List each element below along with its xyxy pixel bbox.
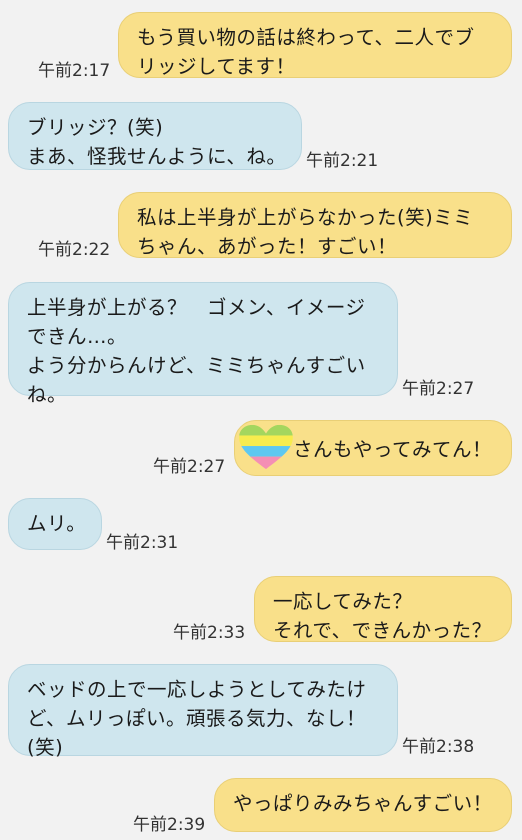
outgoing-message[interactable]: 一応してみた？ それで、できんかった？ [254, 576, 512, 642]
incoming-message[interactable]: 上半身が上がる？ ゴメン、イメージ できん…。 よう分からんけど、ミミちゃんすご… [8, 282, 398, 406]
message-text-line: 一応してみた？ [273, 590, 413, 613]
message-text-line: それで、できんかった？ [273, 619, 492, 642]
message-text-line: ベッドの上で一応しようとしてみたけ [27, 678, 367, 701]
outgoing-message[interactable]: 私は上半身が上がらなかった(笑)ミミ ちゃん、あがった！すごい！ [118, 192, 512, 258]
message-timestamp: 午前2:22 [38, 240, 111, 260]
message-timestamp: 午前2:17 [38, 61, 111, 81]
message-text-line: やっぱりみみちゃんすごい！ [233, 792, 493, 815]
message-timestamp: 午前2:21 [306, 151, 379, 171]
outgoing-message[interactable]: もう買い物の話は終わって、二人でブ リッジしてます！ [118, 12, 512, 78]
message-text-line: ど、ムリっぽい。頑張る気力、なし！ [27, 707, 367, 730]
message-text-line: もう買い物の話は終わって、二人でブ [137, 26, 475, 49]
outgoing-message[interactable]: さんもやってみてん！ [234, 420, 512, 476]
message-timestamp: 午前2:27 [402, 379, 475, 399]
rainbow-heart-icon [239, 424, 293, 470]
message-text-line: (笑) [27, 736, 64, 759]
message-text-line: ね。 [27, 383, 68, 406]
message-text-line: ちゃん、あがった！すごい！ [137, 235, 398, 258]
message-timestamp: 午前2:38 [402, 737, 475, 757]
outgoing-message[interactable]: やっぱりみみちゃんすごい！ [214, 778, 512, 832]
message-text-line: ムリ。 [27, 512, 87, 535]
message-text-line: ブリッジ？(笑) [27, 116, 164, 139]
message-text-line: よう分からんけど、ミミちゃんすごい [27, 354, 366, 377]
incoming-message[interactable]: ブリッジ？(笑) まあ、怪我せんように、ね。 [8, 102, 302, 170]
incoming-message[interactable]: ムリ。 [8, 498, 102, 550]
chat-history[interactable]: 午前2:17 もう買い物の話は終わって、二人でブ リッジしてます！ ブリッジ？(… [0, 0, 522, 840]
message-text-line: リッジしてます！ [137, 55, 296, 78]
message-text-line: できん…。 [27, 325, 128, 348]
message-text-line: まあ、怪我せんように、ね。 [27, 145, 287, 168]
incoming-message[interactable]: ベッドの上で一応しようとしてみたけ ど、ムリっぽい。頑張る気力、なし！ (笑) [8, 664, 398, 759]
message-timestamp: 午前2:31 [106, 533, 179, 553]
message-text-line: 私は上半身が上がらなかった(笑)ミミ [137, 206, 474, 229]
message-timestamp: 午前2:39 [133, 815, 206, 835]
message-timestamp: 午前2:27 [153, 457, 226, 477]
message-text-line: 上半身が上がる？ ゴメン、イメージ [27, 296, 366, 319]
message-timestamp: 午前2:33 [173, 623, 246, 643]
message-text-line: さんもやってみてん！ [293, 438, 493, 461]
